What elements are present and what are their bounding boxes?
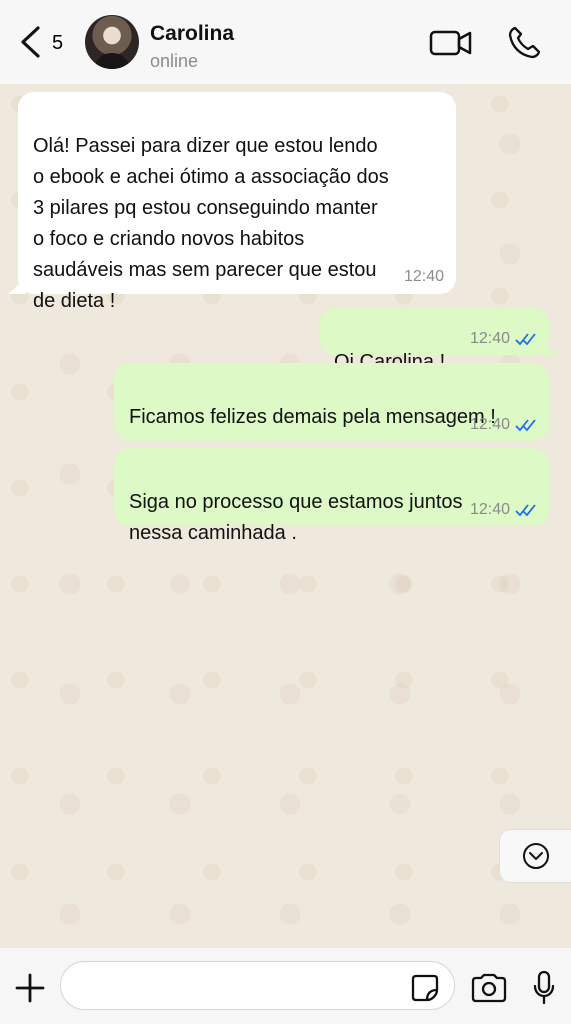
- message-time: 12:40: [403, 268, 444, 285]
- microphone-icon[interactable]: [532, 970, 556, 1006]
- double-check-icon: [515, 333, 536, 346]
- message-meta: 12:40: [470, 416, 539, 434]
- message-time: 12:40: [469, 416, 510, 433]
- contact-status: online: [150, 51, 199, 71]
- chevron-down-circle-icon: [522, 843, 549, 869]
- message-input[interactable]: [60, 961, 455, 1010]
- message-meta: 12:40: [470, 330, 539, 348]
- plus-icon[interactable]: [12, 970, 48, 1006]
- message-time: 12:40: [469, 501, 510, 518]
- back-button[interactable]: [18, 24, 48, 60]
- sticker-icon[interactable]: [411, 974, 439, 1002]
- scroll-to-bottom-button[interactable]: [500, 830, 571, 882]
- phone-icon[interactable]: [506, 25, 542, 61]
- double-check-icon: [515, 419, 536, 432]
- message-bubble-incoming[interactable]: Olá! Passei para dizer que estou lendo o…: [8, 92, 456, 312]
- message-text: Ficamos felizes demais pela mensagem !: [129, 406, 496, 428]
- message-time: 12:40: [469, 330, 510, 347]
- unread-count[interactable]: 5: [52, 32, 63, 55]
- video-call-icon[interactable]: [429, 28, 473, 58]
- message-bubble-outgoing[interactable]: Siga no processo que estamos juntos ness…: [114, 448, 549, 544]
- avatar[interactable]: [85, 15, 139, 69]
- chat-header: 5 Carolina online: [0, 0, 571, 84]
- camera-icon[interactable]: [470, 973, 508, 1003]
- message-bubble-outgoing[interactable]: Oi Carolina ! 12:40: [319, 308, 559, 373]
- message-composer: [0, 948, 571, 1024]
- double-check-icon: [515, 504, 536, 517]
- message-text: Olá! Passei para dizer que estou lendo o…: [33, 135, 389, 312]
- message-meta: 12:40: [470, 501, 539, 519]
- contact-name[interactable]: Carolina: [150, 22, 234, 46]
- chevron-left-icon: [21, 26, 40, 58]
- message-bubble-outgoing[interactable]: Ficamos felizes demais pela mensagem ! 1…: [114, 363, 549, 441]
